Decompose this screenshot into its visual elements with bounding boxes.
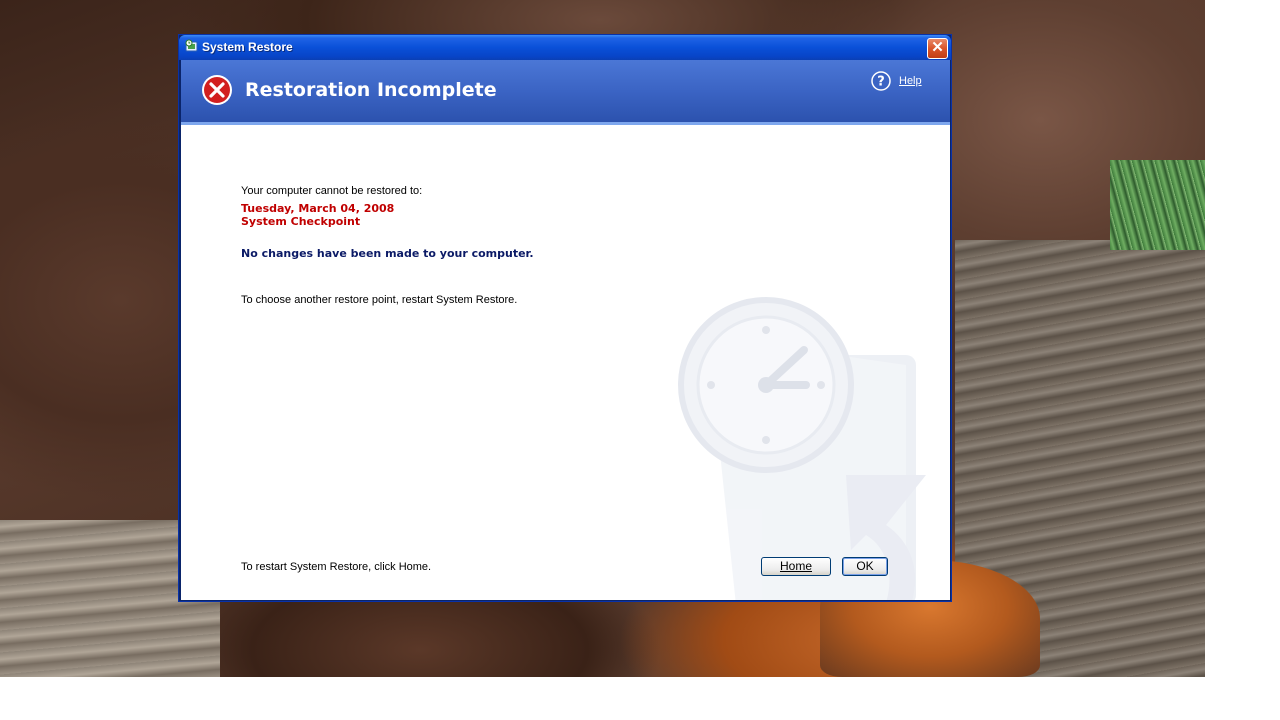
svg-text:?: ?: [877, 75, 885, 90]
system-restore-icon: [185, 39, 198, 52]
content-pane: Your computer cannot be restored to: Tue…: [181, 125, 950, 600]
no-changes-message: No changes have been made to your comput…: [241, 247, 534, 260]
restart-hint-text: To restart System Restore, click Home.: [241, 561, 432, 573]
choose-another-text: To choose another restore point, restart…: [241, 294, 518, 306]
window-title: System Restore: [202, 40, 293, 54]
ok-button-label: OK: [856, 559, 874, 573]
intro-text: Your computer cannot be restored to:: [241, 185, 423, 197]
header-band: Restoration Incomplete ? Help: [181, 60, 950, 125]
title-bar[interactable]: System Restore ✕: [179, 35, 951, 60]
ok-button[interactable]: OK: [842, 557, 888, 576]
restore-date: Tuesday, March 04, 2008: [241, 202, 395, 215]
help-link[interactable]: Help: [899, 75, 922, 87]
page-title: Restoration Incomplete: [245, 79, 497, 101]
system-restore-window: System Restore ✕ Restoration Incomplete …: [178, 34, 952, 602]
help-icon[interactable]: ?: [871, 71, 891, 91]
restore-clock-watermark-icon: [678, 297, 926, 600]
error-icon: [202, 75, 232, 105]
home-button-label: Home: [779, 559, 812, 573]
home-button[interactable]: Home: [761, 557, 831, 576]
close-button[interactable]: ✕: [927, 38, 948, 59]
help-link-group[interactable]: ? Help: [871, 71, 922, 91]
wallpaper-grass: [1110, 160, 1205, 250]
restore-point-name: System Checkpoint: [241, 215, 361, 228]
